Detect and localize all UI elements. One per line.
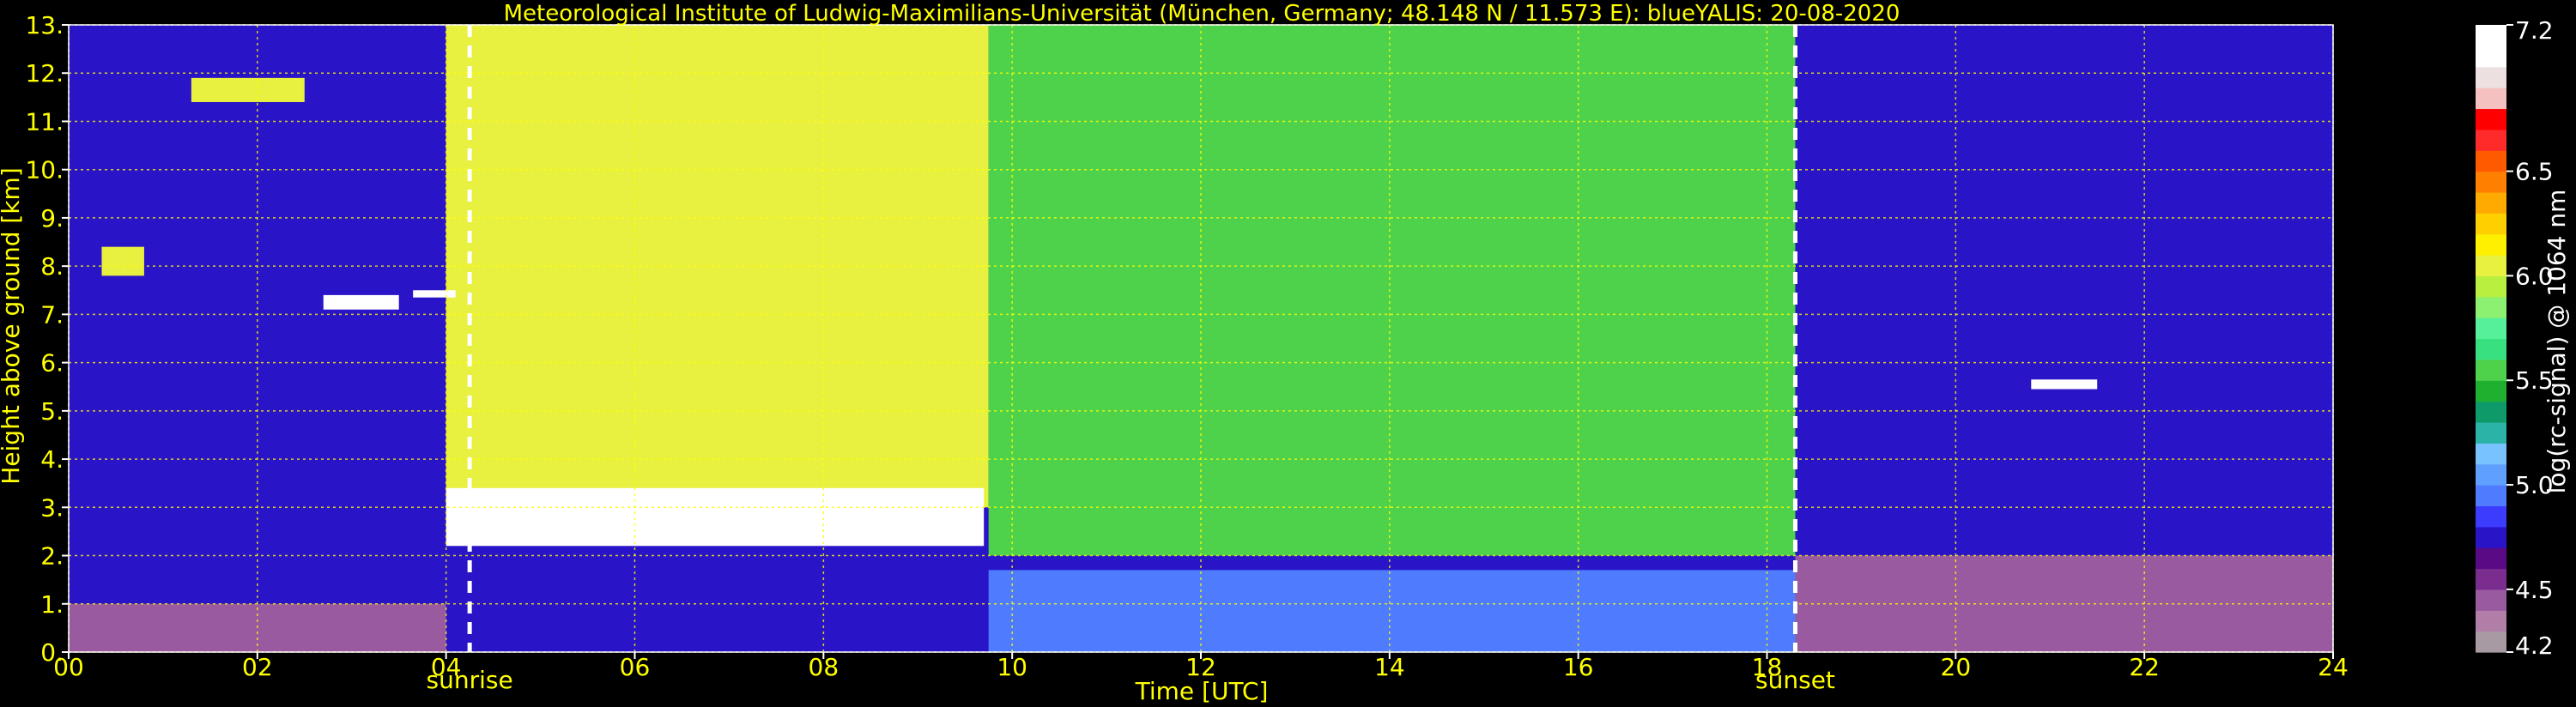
colorbar-segment-6 <box>2476 505 2506 528</box>
signal-layer-5 <box>988 570 1796 652</box>
y-tick-label-11: 11. <box>25 107 64 136</box>
colorbar-segment-21 <box>2476 191 2506 214</box>
colorbar-segment-3 <box>2476 568 2506 590</box>
y-tick-label-1: 1. <box>40 590 64 619</box>
colorbar-segment-17 <box>2476 275 2506 298</box>
signal-layer-2 <box>988 25 1796 556</box>
x-tick-label-5: 10 <box>997 653 1027 681</box>
colorbar-segment-11 <box>2476 401 2506 423</box>
x-tick-label-12: 24 <box>2318 653 2349 681</box>
x-tick-label-11: 22 <box>2129 653 2160 681</box>
cloud-feature-4 <box>445 487 985 547</box>
x-tick-label-1: 02 <box>242 653 273 681</box>
colorbar-tick-label-1: 4.5 <box>2515 576 2554 604</box>
colorbar-segment-25 <box>2476 108 2506 130</box>
colorbar-segment-19 <box>2476 233 2506 256</box>
cloud-feature-5 <box>2031 379 2098 390</box>
colorbar-segment-1 <box>2476 610 2506 632</box>
y-tick-label-4: 4. <box>40 445 64 474</box>
colorbar-tick-label-5: 6.5 <box>2515 158 2554 186</box>
y-tick-label-2: 2. <box>40 542 64 571</box>
colorbar-segment-13 <box>2476 359 2506 381</box>
colorbar-segment-12 <box>2476 380 2506 402</box>
colorbar-segment-2 <box>2476 589 2506 611</box>
cloud-feature-2 <box>323 294 399 310</box>
x-axis-label: Time [UTC] <box>1135 677 1269 705</box>
x-tick-label-7: 14 <box>1374 653 1405 681</box>
colorbar-segment-27 <box>2476 66 2506 88</box>
y-tick-label-7: 7. <box>40 300 64 329</box>
colorbar-segment-15 <box>2476 317 2506 340</box>
y-tick-label-6: 6. <box>40 349 64 378</box>
y-tick-label-9: 9. <box>40 204 64 233</box>
y-tick-label-0: 0. <box>40 638 64 667</box>
colorbar-segment-20 <box>2476 213 2506 235</box>
cloud-feature-3 <box>413 290 456 298</box>
colorbar-tick-label-0: 4.2 <box>2515 631 2554 660</box>
sunset-label: sunset <box>1755 666 1835 694</box>
x-tick-label-10: 20 <box>1941 653 1972 681</box>
colorbar-segment-7 <box>2476 485 2506 507</box>
chart-title: Meteorological Institute of Ludwig-Maxim… <box>504 1 1900 27</box>
colorbar-segment-28 <box>2476 45 2506 68</box>
sunrise-label: sunrise <box>427 666 513 694</box>
y-axis-label: Height above ground [km] <box>0 167 25 485</box>
y-tick-label-5: 5. <box>40 397 64 426</box>
colorbar-segment-18 <box>2476 255 2506 276</box>
colorbar-segment-0 <box>2476 631 2506 653</box>
colorbar-segment-9 <box>2476 443 2506 465</box>
colorbar-label: log(rc-signal) @ 1064 nm <box>2543 190 2571 494</box>
cloud-feature-1 <box>101 246 144 276</box>
x-tick-label-3: 06 <box>620 653 651 681</box>
colorbar-segment-16 <box>2476 296 2506 318</box>
colorbar-segment-14 <box>2476 338 2506 360</box>
colorbar-segment-22 <box>2476 171 2506 193</box>
y-tick-label-3: 3. <box>40 493 64 522</box>
colorbar-segment-26 <box>2476 88 2506 110</box>
x-tick-label-8: 16 <box>1563 653 1594 681</box>
colorbar-tick-label-6: 7.2 <box>2515 16 2554 45</box>
colorbar-segment-10 <box>2476 421 2506 444</box>
colorbar-segment-4 <box>2476 547 2506 570</box>
colorbar <box>2476 25 2506 653</box>
colorbar-segment-29 <box>2476 25 2506 46</box>
colorbar-segment-5 <box>2476 526 2506 548</box>
lidar-chart: 00 02 04 06 08 10 12 14 16 18 20 22 24 0.1.2.3.4.5.6… <box>0 0 2576 707</box>
x-tick-label-4: 08 <box>809 653 839 681</box>
colorbar-segment-23 <box>2476 150 2506 172</box>
y-tick-label-12: 12. <box>25 59 64 88</box>
cloud-feature-0 <box>191 77 305 102</box>
y-tick-label-10: 10. <box>25 156 64 184</box>
colorbar-segment-8 <box>2476 463 2506 486</box>
y-tick-label-8: 8. <box>40 252 64 281</box>
y-tick-label-13: 13. <box>25 11 64 39</box>
colorbar-segment-24 <box>2476 129 2506 151</box>
